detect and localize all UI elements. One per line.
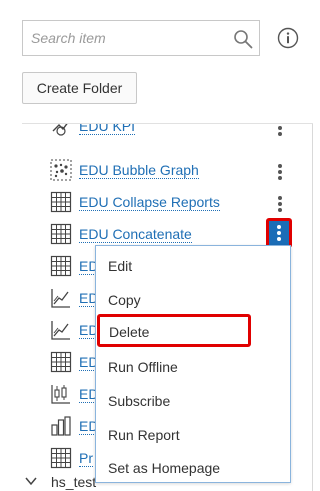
more-options-icon[interactable]	[272, 160, 288, 182]
menu-item-delete[interactable]: Delete	[97, 314, 251, 347]
more-options-icon[interactable]	[272, 124, 288, 138]
tree-item-label[interactable]: EDU KPI	[79, 124, 136, 135]
bar-chart-icon	[51, 416, 71, 436]
table-grid-icon	[50, 191, 72, 213]
line-chart-icon	[51, 289, 70, 308]
tree-item-label[interactable]: EDU Concatenate	[79, 226, 192, 243]
tree-folder-label[interactable]: hs_test	[51, 474, 96, 490]
info-icon[interactable]	[277, 27, 299, 49]
tree-item[interactable]: EDU Bubble Graph	[0, 154, 313, 186]
create-folder-button[interactable]: Create Folder	[22, 72, 137, 104]
bubble-chart-icon	[50, 159, 72, 181]
tree-item[interactable]: EDU KPI	[0, 124, 313, 142]
more-options-icon[interactable]	[266, 218, 292, 248]
search-box[interactable]	[22, 20, 260, 56]
menu-item-subscribe[interactable]: Subscribe	[96, 383, 290, 417]
tree-item-label[interactable]: EDU Bubble Graph	[79, 162, 199, 179]
menu-item-edit[interactable]: Edit	[96, 248, 290, 282]
menu-item-set-as-homepage[interactable]: Set as Homepage	[96, 450, 290, 484]
menu-item-run-offline[interactable]: Run Offline	[96, 349, 290, 383]
table-grid-icon	[50, 351, 72, 373]
boxplot-icon	[51, 385, 70, 404]
search-input[interactable]	[23, 21, 231, 55]
table-grid-icon	[50, 223, 72, 245]
chevron-down-icon[interactable]	[24, 474, 38, 488]
search-icon[interactable]	[233, 29, 253, 49]
more-options-icon[interactable]	[272, 192, 288, 214]
context-menu: Edit Copy Delete Run Offline Subscribe R…	[95, 245, 291, 483]
scrollbar[interactable]	[312, 124, 313, 491]
table-grid-icon	[50, 255, 72, 277]
kpi-icon	[52, 124, 68, 136]
tree-item[interactable]: EDU Collapse Reports	[0, 186, 313, 218]
tree-item-label[interactable]: EDU Collapse Reports	[79, 194, 220, 211]
line-chart-icon	[51, 321, 70, 340]
menu-item-copy[interactable]: Copy	[96, 282, 290, 316]
menu-item-run-report[interactable]: Run Report	[96, 417, 290, 451]
tree-item-label[interactable]: Pr	[79, 450, 93, 467]
